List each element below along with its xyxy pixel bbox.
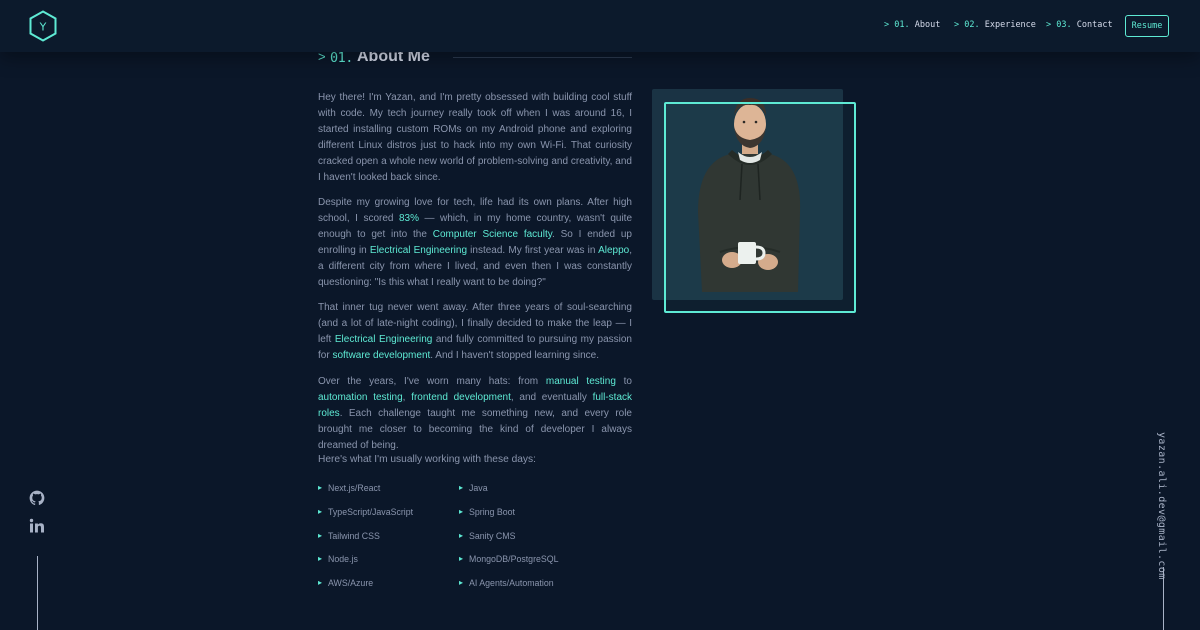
highlight-electrical-engineering: Electrical Engineering [369, 244, 468, 256]
tech-label: Spring Boot [469, 507, 515, 517]
social-links [29, 490, 47, 546]
about-paragraph-3: That inner tug never went away. After th… [318, 300, 632, 364]
text: Over the years, I've worn many hats: fro… [318, 376, 546, 387]
tech-item: ▸ Sanity CMS [459, 531, 515, 541]
nav-label-about: About [914, 20, 941, 30]
tech-label: Node.js [328, 554, 358, 564]
highlight-frontend-development: frontend development [411, 391, 511, 403]
nav-label-experience: Experience [984, 20, 1036, 30]
linkedin-icon[interactable] [29, 518, 45, 534]
top-navbar: Y > 01. About > 02. Experience > 03. Con… [0, 0, 1200, 52]
highlight-score: 83% [398, 212, 419, 224]
tech-item: ▸ MongoDB/PostgreSQL [459, 554, 559, 564]
nav-num-about: 01. [894, 20, 910, 30]
email-link[interactable]: yazan.ali.dev@gmail.com [1156, 432, 1167, 580]
highlight-manual-testing: manual testing [545, 376, 616, 387]
tech-intro-text: Here's what I'm usually working with the… [318, 454, 536, 465]
nav-link-about[interactable]: > 01. About [884, 20, 940, 30]
left-vertical-line [37, 556, 38, 630]
triangle-icon: ▸ [318, 578, 323, 587]
text: , [402, 391, 412, 403]
text: . Each challenge taught me something new… [318, 407, 632, 451]
tech-label: Sanity CMS [469, 531, 516, 541]
section-number: 01. [330, 50, 353, 66]
about-paragraph-2: Despite my growing love for tech, life h… [318, 195, 632, 290]
tech-label: AWS/Azure [328, 578, 374, 588]
about-paragraph-1: Hey there! I'm Yazan, and I'm pretty obs… [318, 92, 632, 183]
triangle-icon: ▸ [459, 507, 464, 516]
right-vertical-line [1163, 567, 1164, 630]
tech-item: ▸ Java [459, 483, 488, 493]
tech-label: TypeScript/JavaScript [328, 507, 414, 517]
text: . And I haven't stopped learning since. [430, 349, 599, 361]
text: to [615, 376, 632, 387]
tech-item: ▸ Spring Boot [459, 507, 515, 517]
nav-arrow: > [1046, 20, 1057, 30]
tech-item: ▸ AI Agents/Automation [459, 578, 554, 588]
resume-button[interactable]: Resume [1125, 15, 1169, 37]
triangle-icon: ▸ [318, 531, 323, 540]
tech-label: Tailwind CSS [328, 531, 380, 541]
triangle-icon: ▸ [318, 554, 323, 563]
about-paragraph-4: Over the years, I've worn many hats: fro… [318, 374, 632, 454]
tech-item: ▸ Node.js [318, 554, 358, 564]
triangle-icon: ▸ [459, 554, 464, 563]
triangle-icon: ▸ [459, 578, 464, 587]
triangle-icon: ▸ [318, 507, 323, 516]
triangle-icon: ▸ [318, 483, 323, 492]
text: instead. My first year was in [467, 244, 599, 256]
profile-photo-frame [664, 102, 856, 313]
nav-arrow: > [954, 20, 965, 30]
nav-label-contact: Contact [1076, 20, 1113, 30]
triangle-icon: ▸ [459, 483, 464, 492]
highlight-software-development: software development [332, 349, 431, 361]
tech-item: ▸ AWS/Azure [318, 578, 373, 588]
tech-label: MongoDB/PostgreSQL [469, 554, 559, 564]
github-icon[interactable] [29, 490, 45, 506]
tech-item: ▸ Next.js/React [318, 483, 380, 493]
logo-letter: Y [39, 21, 47, 34]
triangle-icon: ▸ [459, 531, 464, 540]
nav-arrow: > [884, 20, 895, 30]
highlight-cs-faculty: Computer Science faculty [432, 228, 552, 240]
nav-num-experience: 02. [964, 20, 980, 30]
highlight-automation-testing: automation testing [318, 391, 403, 403]
section-divider [453, 57, 632, 58]
tech-label: Java [469, 483, 488, 493]
nav-link-contact[interactable]: > 03. Contact [1046, 20, 1113, 30]
nav-num-contact: 03. [1056, 20, 1072, 30]
tech-item: ▸ TypeScript/JavaScript [318, 507, 413, 517]
tech-label: AI Agents/Automation [469, 578, 554, 588]
highlight-aleppo: Aleppo [598, 244, 630, 256]
tech-label: Next.js/React [328, 483, 381, 493]
tech-item: ▸ Tailwind CSS [318, 531, 380, 541]
highlight-electrical-engineering: Electrical Engineering [334, 333, 433, 345]
logo-hexagon-icon[interactable]: Y [29, 10, 57, 42]
text: , and eventually [510, 391, 593, 403]
nav-link-experience[interactable]: > 02. Experience [954, 20, 1036, 30]
